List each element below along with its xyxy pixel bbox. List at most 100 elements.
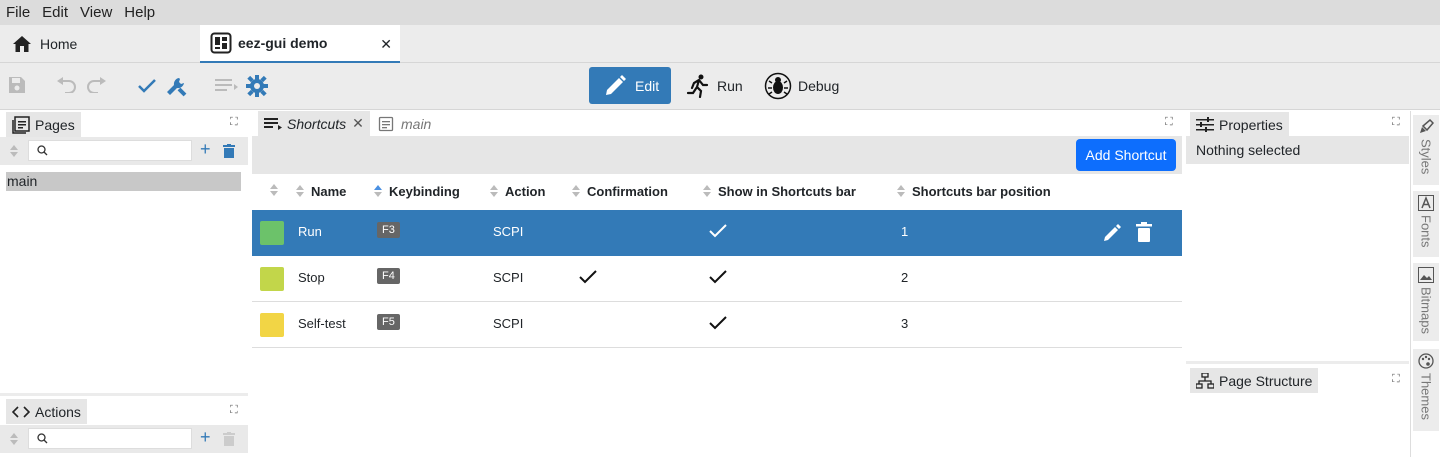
- pages-panel-title: Pages: [35, 116, 75, 133]
- column-label: Shortcuts bar position: [912, 184, 1051, 199]
- table-row[interactable]: Run F3 SCPI 1: [252, 210, 1182, 256]
- run-icon: [686, 74, 709, 98]
- home-icon: [13, 36, 31, 52]
- check-icon[interactable]: [137, 77, 157, 95]
- delete-action-icon[interactable]: [223, 432, 235, 446]
- maximize-icon[interactable]: ⛶: [1165, 116, 1173, 129]
- table-row[interactable]: Stop F4 SCPI 2: [252, 256, 1182, 302]
- sidebar-tab-label: Bitmaps: [1418, 287, 1434, 334]
- maximize-icon[interactable]: ⛶: [1392, 373, 1400, 386]
- column-header-name[interactable]: Name: [296, 184, 346, 199]
- sort-icon: [490, 185, 498, 198]
- edit-icon[interactable]: [1102, 223, 1122, 243]
- column-header-position[interactable]: Shortcuts bar position: [897, 184, 1051, 199]
- column-header-action[interactable]: Action: [490, 184, 545, 199]
- page-structure-panel-title: Page Structure: [1219, 372, 1313, 389]
- column-label: Action: [505, 184, 546, 199]
- bug-icon: [764, 72, 792, 99]
- properties-empty-text: Nothing selected: [1186, 136, 1409, 164]
- close-icon[interactable]: ✕: [352, 115, 364, 132]
- menu-edit[interactable]: Edit: [36, 4, 74, 21]
- wrench-icon[interactable]: [165, 75, 189, 99]
- add-action-icon[interactable]: +: [200, 427, 211, 448]
- add-shortcut-button[interactable]: Add Shortcut: [1076, 139, 1176, 171]
- pages-icon: [12, 115, 30, 134]
- right-panel: Properties ⛶ Nothing selected Page Struc…: [1186, 111, 1409, 457]
- editor-tabs: Shortcuts ✕ main ⛶: [252, 111, 1182, 136]
- debug-mode-button[interactable]: Debug: [764, 67, 839, 104]
- sidebar-tab-themes[interactable]: Themes: [1413, 349, 1439, 431]
- sort-icon: [703, 185, 711, 198]
- sidebar-tab-bitmaps[interactable]: Bitmaps: [1413, 263, 1439, 341]
- pencil-icon: [606, 74, 626, 95]
- sort-icon[interactable]: [10, 145, 18, 158]
- shortcuts-editor: Shortcuts ✕ main ⛶ Add Shortcut Name Key…: [252, 111, 1182, 457]
- tab-home-label: Home: [40, 36, 78, 52]
- code-icon: [12, 405, 30, 418]
- sidebar-tab-label: Fonts: [1418, 215, 1434, 248]
- tab-main[interactable]: main: [374, 111, 435, 136]
- redo-icon[interactable]: [86, 77, 108, 93]
- search-icon: [37, 433, 48, 444]
- tab-project[interactable]: eez-gui demo ✕: [200, 25, 400, 63]
- gear-icon[interactable]: [246, 75, 268, 97]
- maximize-icon[interactable]: ⛶: [230, 116, 238, 129]
- column-label: Name: [311, 184, 347, 199]
- right-sidebar: Styles Fonts Bitmaps Themes: [1410, 111, 1440, 457]
- sidebar-tab-styles[interactable]: Styles: [1413, 115, 1439, 185]
- panel-divider[interactable]: [1186, 361, 1409, 364]
- delete-icon[interactable]: [1136, 222, 1152, 242]
- actions-panel-tab[interactable]: Actions: [6, 399, 87, 424]
- color-swatch: [260, 267, 284, 291]
- tab-home[interactable]: Home: [0, 25, 200, 63]
- sidebar-tab-label: Styles: [1418, 139, 1434, 175]
- sort-icon: [270, 184, 278, 197]
- tune-icon: [1196, 116, 1214, 132]
- shortcut-position: 1: [901, 224, 909, 239]
- edit-mode-button[interactable]: Edit: [589, 67, 671, 104]
- sort-icon[interactable]: [10, 433, 18, 446]
- column-label: Show in Shortcuts bar: [718, 184, 856, 199]
- page-icon: [378, 116, 394, 131]
- checkmark-icon: [709, 224, 727, 238]
- shortcut-name: Stop: [298, 270, 325, 285]
- sort-icon: [296, 185, 304, 198]
- page-structure-panel-tab[interactable]: Page Structure: [1190, 368, 1319, 393]
- brush-icon: [1420, 119, 1434, 133]
- column-header-show[interactable]: Show in Shortcuts bar: [703, 184, 856, 199]
- page-item-main[interactable]: main: [6, 172, 241, 191]
- run-mode-button[interactable]: Run: [684, 67, 743, 104]
- column-header-confirmation[interactable]: Confirmation: [572, 184, 668, 199]
- keybinding-badge: F5: [377, 314, 400, 330]
- menu-file[interactable]: File: [0, 4, 36, 21]
- actions-search-input[interactable]: [28, 428, 192, 449]
- delete-page-icon[interactable]: [223, 144, 235, 158]
- properties-panel-tab[interactable]: Properties: [1190, 112, 1289, 137]
- structure-icon: [1196, 372, 1214, 389]
- menu-view[interactable]: View: [74, 4, 118, 21]
- column-header[interactable]: [270, 184, 285, 197]
- tab-shortcuts[interactable]: Shortcuts ✕: [258, 111, 370, 136]
- pages-panel-tab[interactable]: Pages: [6, 112, 81, 137]
- table-row[interactable]: Self-test F5 SCPI 3: [252, 302, 1182, 348]
- save-icon[interactable]: [7, 75, 27, 95]
- actions-search-row: +: [0, 425, 248, 453]
- column-header-keybinding[interactable]: Keybinding: [374, 184, 460, 199]
- search-icon: [37, 145, 48, 156]
- menu-help[interactable]: Help: [118, 4, 161, 21]
- pages-search-input[interactable]: [28, 140, 192, 161]
- table-header: Name Keybinding Action Confirmation Show…: [252, 174, 1182, 210]
- add-page-icon[interactable]: +: [200, 139, 211, 160]
- format-list-icon[interactable]: [215, 77, 239, 95]
- shortcuts-toolbar: Add Shortcut: [252, 136, 1182, 174]
- maximize-icon[interactable]: ⛶: [1392, 116, 1400, 129]
- sidebar-tab-fonts[interactable]: Fonts: [1413, 191, 1439, 257]
- debug-mode-label: Debug: [798, 77, 840, 94]
- close-icon[interactable]: ✕: [380, 36, 392, 53]
- maximize-icon[interactable]: ⛶: [230, 404, 238, 417]
- undo-icon[interactable]: [55, 77, 77, 93]
- color-swatch: [260, 313, 284, 337]
- panel-divider[interactable]: [0, 393, 248, 396]
- tab-shortcuts-label: Shortcuts: [287, 115, 347, 132]
- shortcuts-icon: [264, 117, 282, 130]
